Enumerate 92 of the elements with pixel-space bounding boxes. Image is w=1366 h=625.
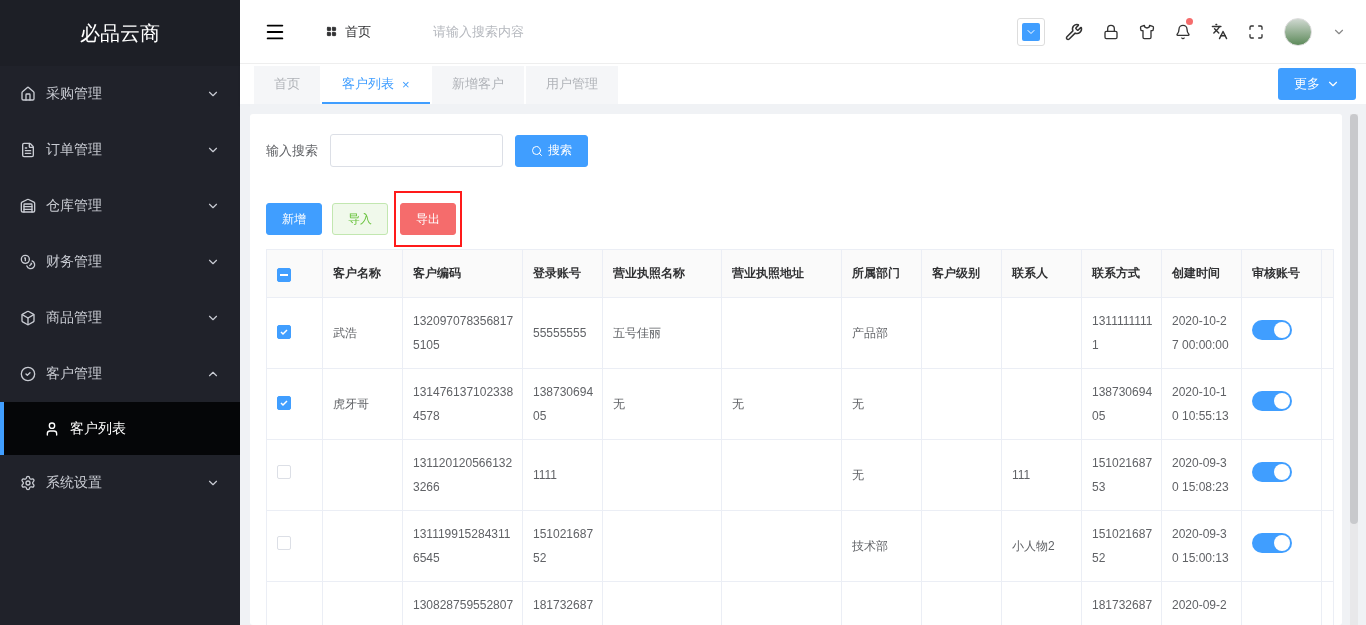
logo-text: 必品云商 — [0, 0, 240, 66]
translate-icon[interactable] — [1211, 23, 1228, 40]
check-icon — [279, 398, 289, 408]
coins-icon — [20, 254, 36, 270]
warehouse-icon — [20, 198, 36, 214]
menu-item[interactable]: 系统设置 — [0, 455, 240, 511]
search-button[interactable]: 搜索 — [515, 134, 588, 167]
table-cell: 1311201205661323266 — [402, 439, 523, 511]
table-cell: 1311199152843116545 — [402, 510, 523, 582]
table-cell: 2020-09-30 15:08:23 — [1161, 439, 1242, 511]
column-header: 审核账号 — [1241, 249, 1322, 298]
grid-icon — [326, 26, 337, 37]
column-header: 登录账号 — [522, 249, 603, 298]
table-cell: 1320970783568175105 — [402, 297, 523, 369]
table-cell: 15102168753 — [1081, 439, 1162, 511]
wrench-icon[interactable] — [1065, 22, 1083, 41]
circle-check-icon — [20, 366, 36, 382]
column-header: 客户名称 — [322, 249, 403, 298]
menu-item[interactable]: 财务管理 — [0, 234, 240, 290]
action-button[interactable]: 新增 — [266, 203, 322, 235]
table-cell: 武浩 — [322, 297, 403, 369]
more-button[interactable]: 更多 — [1278, 68, 1356, 100]
settings-icon — [20, 475, 36, 491]
table-cell: 技术部 — [841, 510, 922, 582]
tab[interactable]: 用户管理 — [525, 66, 618, 104]
tab-label: 新增客户 — [451, 75, 504, 93]
table-cell: 2020-09-30 15:00:13 — [1161, 510, 1242, 582]
document-icon — [20, 142, 36, 158]
tab-label: 用户管理 — [545, 75, 598, 93]
toggle-switch[interactable] — [1252, 320, 1292, 340]
search-label: 输入搜索 — [266, 141, 318, 160]
table-cell: 无 — [841, 368, 922, 440]
submenu-item[interactable]: 客户列表 — [0, 402, 240, 455]
table-cell: 111 — [1001, 439, 1082, 511]
table-cell: 55555555 — [522, 297, 603, 369]
toggle-switch[interactable] — [1252, 533, 1292, 553]
tab-label: 客户列表 — [342, 75, 394, 93]
checkbox[interactable] — [277, 396, 291, 410]
menu-item[interactable]: 订单管理 — [0, 122, 240, 178]
check-icon — [279, 327, 289, 337]
table-cell: 产品部 — [841, 297, 922, 369]
fullscreen-icon[interactable] — [1248, 23, 1264, 40]
shirt-icon[interactable] — [1139, 23, 1155, 40]
column-header: 联系人 — [1001, 249, 1082, 298]
notification-icon[interactable] — [1175, 23, 1191, 40]
breadcrumb[interactable]: 首页 — [345, 22, 371, 41]
select-control[interactable] — [1017, 17, 1045, 46]
toggle-switch[interactable] — [1252, 391, 1292, 411]
table-cell: 五号佳丽 — [602, 297, 722, 369]
menu-item[interactable]: 商品管理 — [0, 290, 240, 346]
tab-label: 首页 — [274, 75, 300, 93]
scrollbar[interactable] — [1350, 114, 1358, 625]
column-header: 所属部门 — [841, 249, 922, 298]
table-cell: 2020-10-27 00:00:00 — [1161, 297, 1242, 369]
table-cell: 无 — [602, 368, 722, 440]
checkbox[interactable] — [277, 325, 291, 339]
column-header: 营业执照地址 — [721, 249, 842, 298]
menu-item[interactable]: 客户管理 — [0, 346, 240, 402]
table-cell: 无 — [721, 368, 842, 440]
table-cell: 小人物2 — [1001, 510, 1082, 582]
menu-item[interactable]: 采购管理 — [0, 66, 240, 122]
table-cell: 13873069405 — [1081, 368, 1162, 440]
action-button[interactable]: 导出 — [400, 203, 456, 235]
column-header: 联系方式 — [1081, 249, 1162, 298]
table-cell: 虎牙哥 — [322, 368, 403, 440]
table-cell: 13111111111 — [1081, 297, 1162, 369]
table-cell: 无 — [841, 439, 922, 511]
minus-icon — [280, 274, 288, 276]
input-field[interactable] — [330, 134, 503, 167]
table-cell: 2020-10-10 10:55:13 — [1161, 368, 1242, 440]
column-header: 客户级别 — [921, 249, 1002, 298]
table-cell: 13873069405 — [522, 368, 603, 440]
box-icon — [20, 310, 36, 326]
column-header: 客户编码 — [402, 249, 523, 298]
lock-icon[interactable] — [1103, 23, 1119, 40]
column-header: 创建时间 — [1161, 249, 1242, 298]
toggle-switch[interactable] — [1252, 462, 1292, 482]
user-icon — [44, 420, 60, 437]
table-cell: 1111 — [522, 439, 603, 511]
checkbox[interactable] — [277, 268, 291, 282]
table-cell: 1314761371023384578 — [402, 368, 523, 440]
table-cell: 15102168752 — [1081, 510, 1162, 582]
house-icon — [20, 86, 36, 102]
column-header: 营业执照名称 — [602, 249, 722, 298]
tab[interactable]: 首页 — [254, 66, 320, 104]
search-icon — [531, 144, 543, 157]
action-button[interactable]: 导入 — [332, 203, 388, 235]
tab[interactable]: 新增客户 — [431, 66, 524, 104]
avatar[interactable] — [1284, 17, 1312, 46]
menu-item[interactable]: 仓库管理 — [0, 178, 240, 234]
table-cell: 15102168752 — [522, 510, 603, 582]
close-icon[interactable]: × — [402, 76, 410, 92]
